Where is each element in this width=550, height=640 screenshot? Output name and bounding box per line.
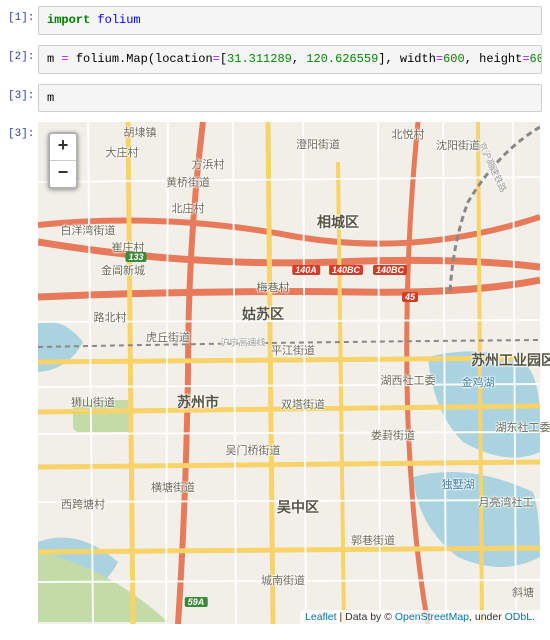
road-shield: 133 xyxy=(125,252,146,262)
leaflet-link[interactable]: Leaflet xyxy=(305,611,337,623)
map-attribution: Leaflet | Data by © OpenStreetMap, under… xyxy=(300,610,540,624)
zoom-in-button[interactable]: + xyxy=(50,134,76,160)
op-assign: = xyxy=(61,52,68,66)
cell-prompt: [1]: xyxy=(8,6,38,24)
cell-prompt: [3]: xyxy=(8,84,38,102)
height-value: 600 xyxy=(530,52,542,66)
road-shield: 140A xyxy=(292,265,320,275)
attr-under: , under xyxy=(469,611,505,623)
map-tiles xyxy=(38,122,540,624)
code-cell-1: [1]: import folium xyxy=(8,6,542,35)
code-cell-2: [2]: m = folium.Map(location=[31.311289,… xyxy=(8,45,542,74)
open-paren: ( xyxy=(148,52,155,66)
folium-map[interactable]: 胡埭镇 北悦村 沈阳街道 大庄村 澄阳街道 方浜村 黄桥街道 北庄村 相城区 白… xyxy=(38,122,540,624)
attr-sep: | Data by © xyxy=(337,611,395,623)
road-shield: 59A xyxy=(185,597,208,607)
code-cell-3: [3]: m xyxy=(8,84,542,113)
arg-location: location xyxy=(155,52,213,66)
code-editor[interactable]: m = folium.Map(location=[31.311289, 120.… xyxy=(38,45,542,74)
func-call: folium.Map xyxy=(76,52,148,66)
arg-height: height xyxy=(479,52,522,66)
zoom-out-button[interactable]: − xyxy=(50,160,76,187)
lon-value: 120.626559 xyxy=(306,52,378,66)
var-m: m xyxy=(47,91,54,105)
output-prompt: [3]: xyxy=(8,122,38,140)
keyword-import: import xyxy=(47,13,90,27)
odbl-link[interactable]: ODbL xyxy=(505,611,532,623)
lat-value: 31.311289 xyxy=(227,52,292,66)
arg-width: width xyxy=(400,52,436,66)
code-editor[interactable]: m xyxy=(38,84,542,113)
width-value: 600 xyxy=(443,52,465,66)
output-cell: [3]: xyxy=(8,122,542,624)
road-shield: 140BC xyxy=(373,265,407,275)
var-m: m xyxy=(47,52,54,66)
cell-prompt: [2]: xyxy=(8,45,38,63)
zoom-control: + − xyxy=(48,132,78,189)
osm-link[interactable]: OpenStreetMap xyxy=(395,611,469,623)
road-shield: 140BC xyxy=(329,265,363,275)
code-editor[interactable]: import folium xyxy=(38,6,542,35)
attr-dot: . xyxy=(532,611,535,623)
road-shield: 45 xyxy=(402,292,418,302)
module-name: folium xyxy=(97,13,140,27)
output-area: 胡埭镇 北悦村 沈阳街道 大庄村 澄阳街道 方浜村 黄桥街道 北庄村 相城区 白… xyxy=(38,122,542,624)
